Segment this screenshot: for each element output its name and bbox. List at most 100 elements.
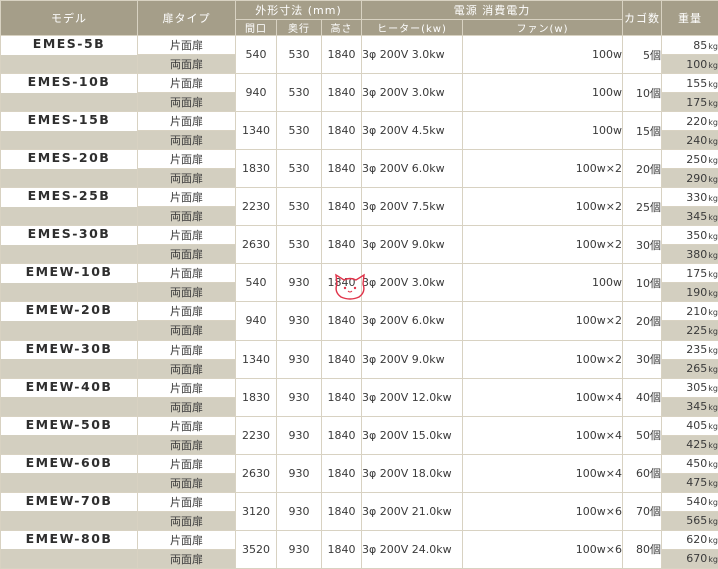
weight-single-value: 450 xyxy=(686,457,708,471)
weight-double: 240kg xyxy=(661,130,718,151)
heater-value: 3φ 200V 3.0kw xyxy=(361,73,463,113)
spec-table: モデル 扉タイプ 外形寸法 (mm) 電源 消費電力 カゴ数 重量 間口 奥行 … xyxy=(0,0,718,569)
height-value: 1840 xyxy=(321,225,362,265)
weight-unit: kg xyxy=(708,288,718,298)
door-type-single: 片面扉 xyxy=(137,453,236,474)
weight-single: 155kg xyxy=(661,73,718,94)
cage-count: 15個 xyxy=(622,111,662,151)
table-row: EMES-15B 片面扉 1340 530 1840 3φ 200V 4.5kw 100w 1… xyxy=(0,111,718,151)
width-value: 2630 xyxy=(235,453,277,493)
heater-value: 3φ 200V 3.0kw xyxy=(361,263,463,303)
heater-value: 3φ 200V 6.0kw xyxy=(361,149,463,189)
weight-double: 475kg xyxy=(661,472,718,493)
model-spacer xyxy=(0,320,138,341)
model-spacer xyxy=(0,359,138,379)
header-fan: ファン(w) xyxy=(462,19,623,36)
model-name: EMES-20B xyxy=(0,149,138,169)
model-spacer xyxy=(0,511,138,531)
weight-unit: kg xyxy=(708,479,718,489)
weight-double: 345kg xyxy=(661,396,718,417)
cage-count: 50個 xyxy=(622,415,662,455)
heater-value: 3φ 200V 12.0kw xyxy=(361,377,463,417)
depth-value: 530 xyxy=(276,225,322,265)
header-model: モデル xyxy=(0,0,138,36)
door-type-double: 両面扉 xyxy=(137,510,236,531)
model-name: EMEW-60B xyxy=(0,453,138,474)
weight-double-value: 190 xyxy=(686,285,708,299)
weight-unit: kg xyxy=(708,41,718,51)
weight-double: 565kg xyxy=(661,510,718,531)
weight-double-value: 345 xyxy=(686,400,708,414)
door-type-double: 両面扉 xyxy=(137,548,236,569)
height-value: 1840 xyxy=(321,339,362,379)
header-heater: ヒーター(kw) xyxy=(361,19,463,36)
fan-value: 100w×4 xyxy=(462,415,623,455)
width-value: 540 xyxy=(235,34,277,75)
table-row: EMEW-10B 片面扉 540 930 1840 3φ 200V 3.0kw 100w 10… xyxy=(0,263,718,303)
weight-single: 220kg xyxy=(661,111,718,132)
weight-unit: kg xyxy=(708,517,718,527)
heater-value: 3φ 200V 3.0kw xyxy=(361,34,463,75)
fan-value: 100w×2 xyxy=(462,187,623,227)
fan-value: 100w xyxy=(462,263,623,303)
door-type-double: 両面扉 xyxy=(137,320,236,341)
width-value: 3120 xyxy=(235,491,277,531)
depth-value: 930 xyxy=(276,301,322,341)
cage-count: 25個 xyxy=(622,187,662,227)
cage-count: 30個 xyxy=(622,339,662,379)
fan-value: 100w×2 xyxy=(462,225,623,265)
heater-value: 3φ 200V 9.0kw xyxy=(361,225,463,265)
door-type-double: 両面扉 xyxy=(137,54,236,75)
height-value: 1840 xyxy=(321,187,362,227)
model-spacer xyxy=(0,473,138,493)
heater-value: 3φ 200V 24.0kw xyxy=(361,529,463,569)
weight-double-value: 565 xyxy=(686,514,708,528)
model-name: EMEW-80B xyxy=(0,529,138,550)
weight-single: 85kg xyxy=(661,34,718,56)
height-value: 1840 xyxy=(321,149,362,189)
weight-double-value: 475 xyxy=(686,476,708,490)
width-value: 1830 xyxy=(235,149,277,189)
weight-unit: kg xyxy=(708,117,718,127)
door-type-single: 片面扉 xyxy=(137,187,236,208)
table-row: EMES-25B 片面扉 2230 530 1840 3φ 200V 7.5kw 100w×… xyxy=(0,187,718,227)
weight-unit: kg xyxy=(708,155,718,165)
height-value: 1840 xyxy=(321,377,362,417)
weight-single: 210kg xyxy=(661,301,718,322)
model-name: EMES-25B xyxy=(0,187,138,207)
weight-unit: kg xyxy=(708,403,718,413)
fan-value: 100w×2 xyxy=(462,339,623,379)
width-value: 2630 xyxy=(235,225,277,265)
heater-value: 3φ 200V 21.0kw xyxy=(361,491,463,531)
depth-value: 530 xyxy=(276,73,322,113)
heater-value: 3φ 200V 4.5kw xyxy=(361,111,463,151)
door-type-single: 片面扉 xyxy=(137,111,236,132)
header-depth: 奥行 xyxy=(276,19,322,36)
height-value: 1840 xyxy=(321,301,362,341)
door-type-double: 両面扉 xyxy=(137,358,236,379)
table-row: EMEW-30B 片面扉 1340 930 1840 3φ 200V 9.0kw 100w×… xyxy=(0,339,718,379)
width-value: 1830 xyxy=(235,377,277,417)
heater-value: 3φ 200V 15.0kw xyxy=(361,415,463,455)
table-row: EMES-20B 片面扉 1830 530 1840 3φ 200V 6.0kw 100w×… xyxy=(0,149,718,189)
weight-unit: kg xyxy=(708,365,718,375)
door-type-double: 両面扉 xyxy=(137,434,236,455)
width-value: 2230 xyxy=(235,415,277,455)
width-value: 540 xyxy=(235,263,277,303)
height-value: 1840 xyxy=(321,491,362,531)
cage-count: 20個 xyxy=(622,301,662,341)
weight-double-value: 175 xyxy=(686,95,708,109)
weight-unit: kg xyxy=(708,555,718,565)
height-value: 1840 xyxy=(321,111,362,151)
weight-unit: kg xyxy=(708,231,718,241)
weight-single-value: 540 xyxy=(686,495,708,509)
weight-single: 250kg xyxy=(661,149,718,170)
table-row: EMEW-60B 片面扉 2630 930 1840 3φ 200V 18.0kw 100w… xyxy=(0,453,718,493)
weight-double-value: 290 xyxy=(686,171,708,185)
fan-value: 100w×2 xyxy=(462,149,623,189)
weight-single-value: 330 xyxy=(686,190,708,204)
depth-value: 930 xyxy=(276,415,322,455)
weight-single-value: 155 xyxy=(686,76,708,90)
weight-unit: kg xyxy=(708,498,718,508)
spec-body: EMES-5B 片面扉 540 530 1840 3φ 200V 3.0kw 100w 5個 8… xyxy=(0,34,718,569)
